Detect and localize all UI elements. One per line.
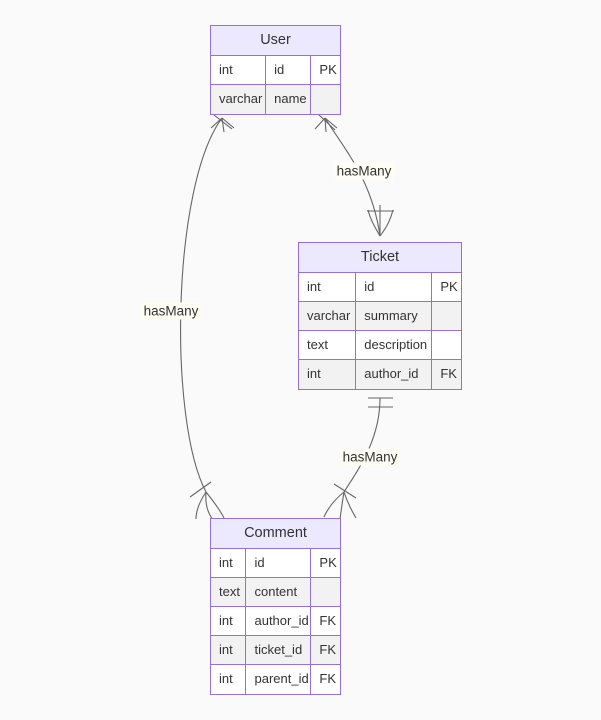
table-row: int id PK (211, 56, 340, 85)
crowsfoot-comment-right-end (323, 483, 357, 520)
table-row: int parent_id FK (211, 665, 340, 694)
attr-name: id (356, 273, 433, 301)
table-row: text description (299, 331, 461, 360)
table-row: int id PK (299, 273, 461, 302)
attr-name: id (266, 56, 312, 84)
table-row: int author_id FK (299, 360, 461, 389)
attr-key: FK (319, 671, 337, 686)
attr-type: text (211, 578, 247, 606)
attr-type: int (211, 665, 247, 694)
table-row: varchar summary (299, 302, 461, 331)
attr-name: summary (356, 302, 433, 330)
crowsfoot-comment-left-end (189, 481, 225, 521)
attr-key (311, 85, 340, 114)
table-row: int author_id FK (211, 607, 340, 636)
attr-name: author_id (246, 607, 312, 635)
attr-name: name (266, 85, 312, 114)
attr-type: int (211, 607, 247, 635)
attr-key: FK (319, 613, 337, 628)
attr-name: parent_id (246, 665, 312, 694)
attr-type: int (299, 360, 357, 389)
attr-name: author_id (356, 360, 433, 389)
entity-comment-title: Comment (211, 519, 340, 549)
attr-key: PK (440, 279, 458, 294)
er-diagram: User int id PK varchar name Ticket int i… (0, 0, 601, 720)
table-row: varchar name (211, 85, 340, 114)
attr-name: ticket_id (246, 636, 312, 664)
entity-user[interactable]: User int id PK varchar name (210, 25, 341, 115)
table-row: int ticket_id FK (211, 636, 340, 665)
attr-type: int (211, 56, 267, 84)
attr-type: varchar (299, 302, 357, 330)
entity-ticket-title: Ticket (299, 243, 461, 273)
entity-ticket[interactable]: Ticket int id PK varchar summary text de… (298, 242, 462, 390)
crowsfoot-user-ticket-end (314, 113, 338, 133)
relationship-label-user-ticket: hasMany (334, 162, 394, 180)
entity-comment[interactable]: Comment int id PK text content int autho… (210, 518, 341, 695)
attr-key: PK (319, 62, 337, 77)
attr-name: content (246, 578, 312, 606)
attr-key (311, 578, 340, 606)
crowsfoot-ticket-top-end (367, 205, 394, 237)
attr-key: FK (319, 642, 337, 657)
attr-type: int (299, 273, 357, 301)
attr-key: PK (319, 555, 337, 570)
table-row: int id PK (211, 549, 340, 578)
attr-key: FK (440, 366, 457, 381)
attr-type: int (211, 549, 247, 577)
attr-name: description (356, 331, 433, 359)
attr-type: int (211, 636, 247, 664)
attr-key (432, 302, 461, 330)
relationship-ticket-comment-path (343, 397, 381, 493)
attr-type: varchar (211, 85, 267, 114)
attr-name: id (246, 549, 312, 577)
table-row: text content (211, 578, 340, 607)
attr-key (432, 331, 461, 359)
entity-user-title: User (211, 26, 340, 56)
attr-type: text (299, 331, 357, 359)
relationship-label-ticket-comment: hasMany (340, 448, 400, 466)
relationship-label-user-comment: hasMany (141, 302, 201, 320)
